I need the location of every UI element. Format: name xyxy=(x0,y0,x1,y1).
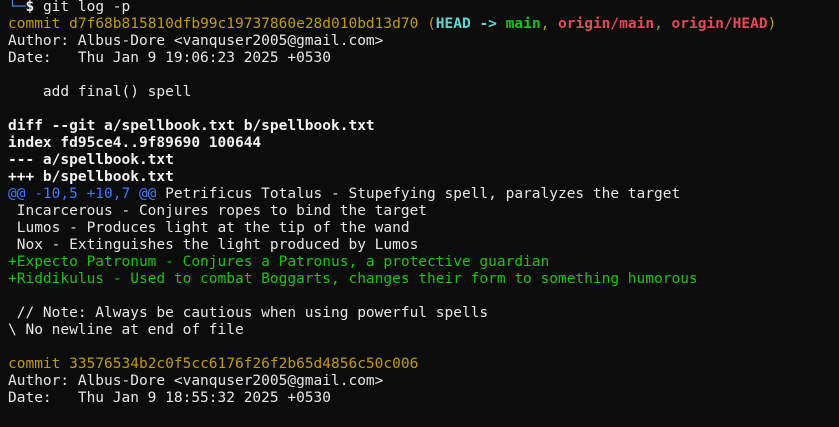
commit-keyword: commit xyxy=(8,356,61,372)
diff-to-file: +++ b/spellbook.txt xyxy=(8,169,174,185)
decoration-open: ( xyxy=(427,16,436,32)
date-line: Date: Thu Jan 9 19:06:23 2025 +0530 xyxy=(8,50,332,66)
commit-line: commit 33576534b2c0f5cc6176f26f2b65d4856… xyxy=(8,356,839,373)
hunk-context: Petrificus Totalus - Stupefying spell, p… xyxy=(156,186,681,202)
no-newline-note: \ No newline at end of file xyxy=(8,322,244,338)
diff-from-file: --- a/spellbook.txt xyxy=(8,152,174,168)
commit-line: commit d7f68b815810dfb99c19737860e28d010… xyxy=(8,16,839,33)
prompt-corner: └─ xyxy=(8,0,26,15)
context-line: Lumos - Produces light at the tip of the… xyxy=(8,220,410,236)
author-line: Author: Albus-Dore <vanquser2005@gmail.c… xyxy=(8,33,384,49)
diff-index: index fd95ce4..9f89690 100644 xyxy=(8,135,262,151)
decoration-origin-head: origin/HEAD xyxy=(671,16,768,32)
commit-hash: 33576534b2c0f5cc6176f26f2b65d4856c50c006 xyxy=(69,356,419,372)
context-line: // Note: Always be cautious when using p… xyxy=(8,305,489,321)
commit-message: add final() spell xyxy=(8,84,192,100)
prompt-symbol: $ xyxy=(25,0,35,15)
context-line: Incarcerous - Conjures ropes to bind the… xyxy=(8,203,428,219)
terminal-output[interactable]: └─$ git log -p commit d7f68b815810dfb99c… xyxy=(8,0,839,407)
commit-keyword: commit xyxy=(8,16,61,32)
author-line: Author: Albus-Dore <vanquser2005@gmail.c… xyxy=(8,373,384,389)
decoration-origin-main: origin/main xyxy=(558,16,655,32)
hunk-range: @@ -10,5 +10,7 @@ xyxy=(8,186,157,202)
date-line: Date: Thu Jan 9 18:55:32 2025 +0530 xyxy=(8,390,332,406)
decoration-sep: , xyxy=(540,16,559,32)
context-line: Nox - Extinguishes the light produced by… xyxy=(8,237,419,253)
decoration-main: main xyxy=(505,16,541,32)
command-text: git log -p xyxy=(42,0,131,15)
diff-header: diff --git a/spellbook.txt b/spellbook.t… xyxy=(8,118,375,134)
decoration-sep: , xyxy=(654,16,672,32)
decoration-close: ) xyxy=(767,16,777,32)
added-line: +Expecto Patronum - Conjures a Patronus,… xyxy=(8,254,550,270)
hunk-header: @@ -10,5 +10,7 @@ Petrificus Totalus - S… xyxy=(8,186,839,203)
prompt-line: └─$ git log -p xyxy=(8,0,839,16)
decoration-head: HEAD -> xyxy=(435,16,497,32)
added-line: +Riddikulus - Used to combat Boggarts, c… xyxy=(8,271,698,287)
commit-hash: d7f68b815810dfb99c19737860e28d010bd13d70 xyxy=(69,16,419,32)
